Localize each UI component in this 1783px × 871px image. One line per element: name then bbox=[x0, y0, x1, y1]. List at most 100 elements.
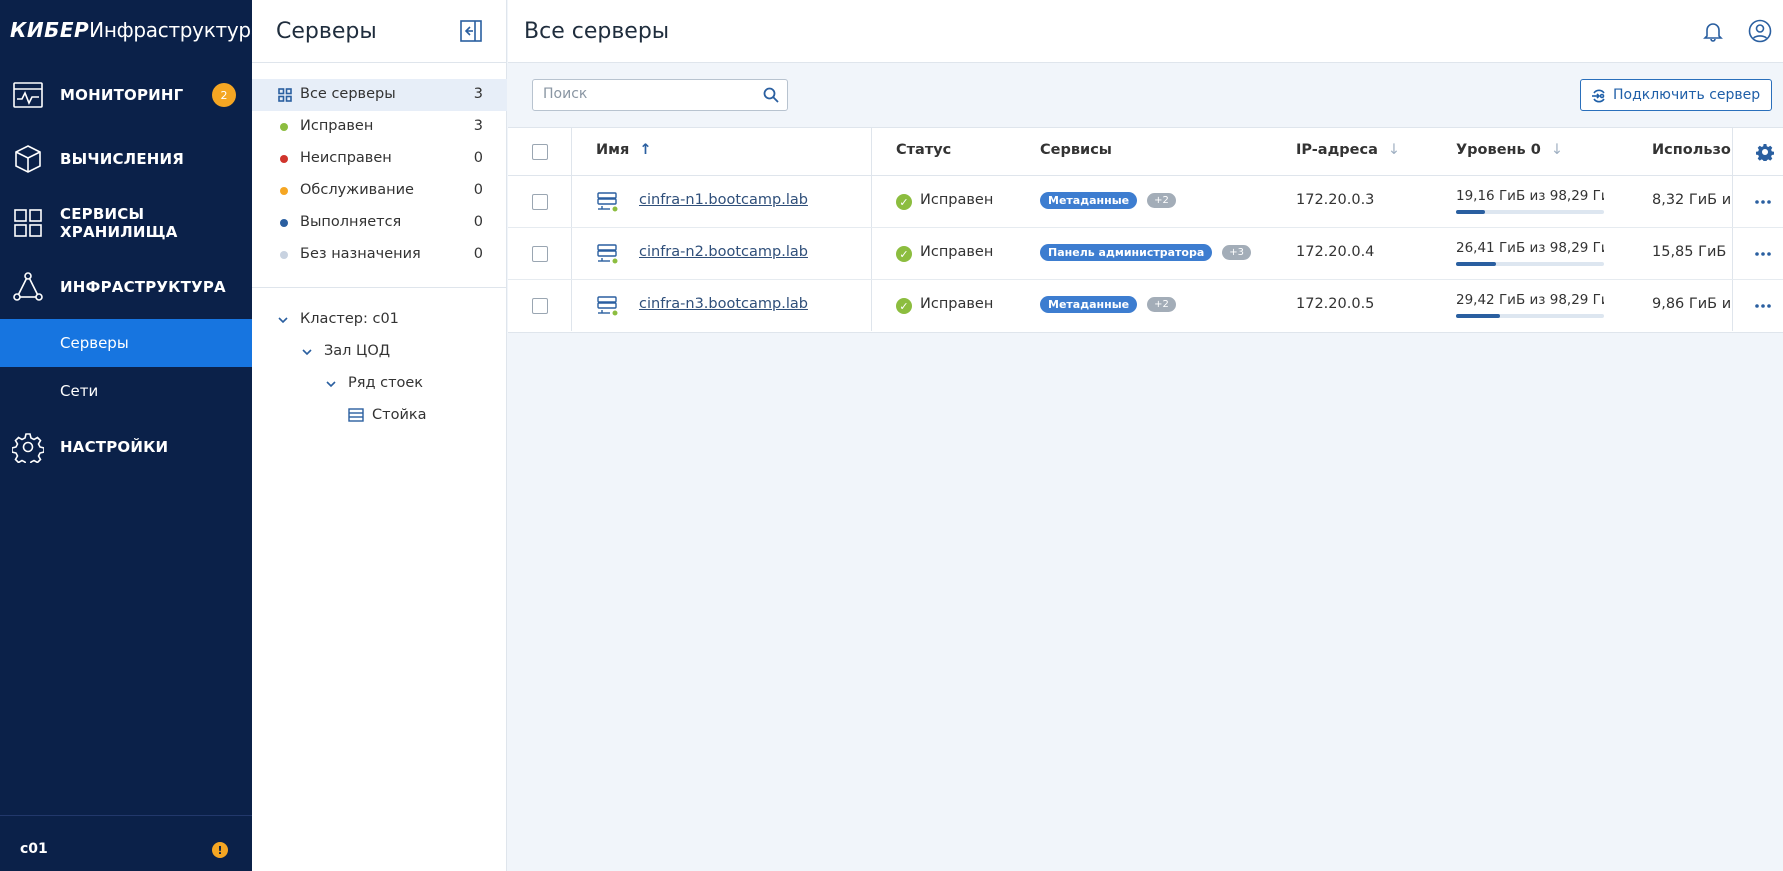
nav-item-label: ИНФРАСТРУКТУРА bbox=[60, 278, 226, 296]
nav-item-label: МОНИТОРИНГ bbox=[60, 86, 184, 104]
tier0-usage-bar bbox=[1456, 262, 1604, 266]
service-pill[interactable]: Метаданные bbox=[1040, 192, 1138, 209]
more-services-pill[interactable]: +3 bbox=[1222, 245, 1252, 260]
check-circle-icon: ✓ bbox=[896, 246, 912, 262]
more-services-pill[interactable]: +2 bbox=[1147, 297, 1176, 312]
nav-item-settings[interactable]: НАСТРОЙКИ bbox=[0, 415, 252, 479]
connect-server-label: Подключить сервер bbox=[1613, 87, 1761, 103]
row-checkbox[interactable] bbox=[532, 246, 548, 262]
more-actions-icon[interactable] bbox=[1753, 192, 1773, 212]
table-row[interactable]: cinfra-n3.bootcamp.lab ✓ Исправен Метада… bbox=[508, 280, 1783, 332]
table-header: Имя ↑ Статус Сервисы IP-адреса ↓ Уровень 0… bbox=[508, 128, 1783, 176]
row-checkbox[interactable] bbox=[532, 298, 548, 314]
brand-logo[interactable]: КИБЕРИнфраструктура bbox=[10, 18, 263, 42]
tier0-usage-text: 19,16 ГиБ из 98,29 ГиБ bbox=[1456, 188, 1604, 204]
chevron-down-icon[interactable] bbox=[302, 347, 312, 357]
column-settings-gear-icon[interactable] bbox=[1756, 143, 1774, 161]
filter-unassigned[interactable]: Без назначения 0 bbox=[252, 239, 507, 271]
usage-bar-fill bbox=[1456, 262, 1496, 266]
check-circle-icon: ✓ bbox=[896, 194, 912, 210]
user-account-icon[interactable] bbox=[1748, 19, 1772, 43]
connect-server-button[interactable]: Подключить сервер bbox=[1580, 79, 1772, 111]
filter-healthy[interactable]: Исправен 3 bbox=[252, 111, 507, 143]
nav-subitem-networks[interactable]: Сети bbox=[0, 367, 252, 415]
infrastructure-icon bbox=[13, 272, 43, 301]
service-pill[interactable]: Метаданные bbox=[1040, 296, 1138, 313]
search-icon[interactable] bbox=[763, 87, 779, 103]
tree-item-rack-row[interactable]: Ряд стоек bbox=[348, 375, 423, 391]
status-dot bbox=[280, 187, 288, 195]
panel-header: Серверы bbox=[252, 0, 507, 63]
column-header-name[interactable]: Имя ↑ bbox=[596, 142, 651, 158]
nav-item-compute[interactable]: ВЫЧИСЛЕНИЯ bbox=[0, 127, 252, 191]
ip-address: 172.20.0.5 bbox=[1296, 296, 1375, 312]
table-row[interactable]: cinfra-n1.bootcamp.lab ✓ Исправен Метада… bbox=[508, 176, 1783, 228]
cube-icon bbox=[15, 145, 41, 173]
ip-address: 172.20.0.4 bbox=[1296, 244, 1375, 260]
filter-maintenance[interactable]: Обслуживание 0 bbox=[252, 175, 507, 207]
chevron-down-icon[interactable] bbox=[278, 315, 288, 325]
filter-count: 0 bbox=[473, 214, 483, 230]
bell-icon[interactable] bbox=[1702, 20, 1724, 42]
divider bbox=[252, 287, 507, 288]
more-actions-icon[interactable] bbox=[1753, 244, 1773, 264]
nav-item-infrastructure[interactable]: ИНФРАСТРУКТУРА bbox=[0, 255, 252, 319]
services-cell: Панель администратора +3 bbox=[1040, 244, 1252, 261]
nav-item-storage-services[interactable]: СЕРВИСЫ ХРАНИЛИЩА bbox=[0, 191, 252, 255]
column-header-label: Имя bbox=[596, 142, 630, 158]
more-services-pill[interactable]: +2 bbox=[1147, 193, 1176, 208]
panel-title: Серверы bbox=[276, 19, 377, 44]
chevron-down-icon[interactable] bbox=[326, 379, 336, 389]
grid-icon bbox=[278, 88, 292, 102]
collapse-panel-icon[interactable] bbox=[460, 20, 482, 42]
usage-bar-fill bbox=[1456, 210, 1485, 214]
tree-item-hall[interactable]: Зал ЦОД bbox=[324, 343, 390, 359]
filter-faulty[interactable]: Неисправен 0 bbox=[252, 143, 507, 175]
services-cell: Метаданные +2 bbox=[1040, 296, 1176, 313]
column-header-label: Уровень 0 bbox=[1456, 142, 1541, 158]
search-box[interactable] bbox=[532, 79, 788, 111]
sort-icon: ↓ bbox=[1387, 142, 1401, 158]
column-header-tier0[interactable]: Уровень 0 ↓ bbox=[1456, 142, 1563, 158]
server-name-link[interactable]: cinfra-n1.bootcamp.lab bbox=[639, 192, 808, 208]
select-all-checkbox[interactable] bbox=[532, 144, 548, 160]
column-header-services[interactable]: Сервисы bbox=[1040, 142, 1112, 158]
main-header: Все серверы bbox=[508, 0, 1783, 63]
check-circle-icon: ✓ bbox=[896, 298, 912, 314]
cluster-name: c01 bbox=[20, 841, 48, 857]
status-dot bbox=[280, 123, 288, 131]
row-checkbox[interactable] bbox=[532, 194, 548, 210]
server-icon bbox=[597, 296, 619, 317]
logo-bold: КИБЕР bbox=[10, 18, 90, 42]
connect-icon bbox=[1592, 89, 1605, 103]
server-name-link[interactable]: cinfra-n2.bootcamp.lab bbox=[639, 244, 808, 260]
filter-in-progress[interactable]: Выполняется 0 bbox=[252, 207, 507, 239]
warning-icon[interactable]: ! bbox=[212, 842, 228, 858]
tree-item-rack[interactable]: Стойка bbox=[372, 407, 427, 423]
status-dot bbox=[280, 219, 288, 227]
service-pill[interactable]: Панель администратора bbox=[1040, 244, 1213, 261]
nav-item-monitoring[interactable]: МОНИТОРИНГ 2 bbox=[0, 63, 252, 127]
rack-icon bbox=[348, 408, 364, 422]
column-header-label: IP-адреса bbox=[1296, 142, 1378, 158]
used-capacity: 9,86 ГиБ из 13,1 bbox=[1652, 296, 1732, 312]
column-header-ip[interactable]: IP-адреса ↓ bbox=[1296, 142, 1400, 158]
main-navigation: КИБЕРИнфраструктура МОНИТОРИНГ 2 ВЫЧИСЛЕ… bbox=[0, 0, 263, 871]
table-row[interactable]: cinfra-n2.bootcamp.lab ✓ Исправен Панель… bbox=[508, 228, 1783, 280]
filter-label: Обслуживание bbox=[300, 182, 414, 198]
column-header-used[interactable]: Использова bbox=[1652, 142, 1732, 158]
filter-all-servers[interactable]: Все серверы 3 bbox=[252, 79, 507, 111]
column-header-status[interactable]: Статус bbox=[896, 142, 951, 158]
status-dot bbox=[280, 155, 288, 163]
page-title: Все серверы bbox=[524, 19, 670, 44]
tree-item-cluster[interactable]: Кластер: c01 bbox=[300, 311, 399, 327]
tier0-usage-text: 26,41 ГиБ из 98,29 ГиБ bbox=[1456, 240, 1604, 256]
more-actions-icon[interactable] bbox=[1753, 296, 1773, 316]
usage-bar-fill bbox=[1456, 314, 1501, 318]
search-input[interactable] bbox=[541, 80, 741, 108]
filter-label: Без назначения bbox=[300, 246, 421, 262]
server-name-link[interactable]: cinfra-n3.bootcamp.lab bbox=[639, 296, 808, 312]
services-cell: Метаданные +2 bbox=[1040, 192, 1176, 209]
nav-subitem-servers[interactable]: Серверы bbox=[0, 319, 252, 367]
cluster-footer[interactable]: c01 ! bbox=[0, 815, 252, 871]
